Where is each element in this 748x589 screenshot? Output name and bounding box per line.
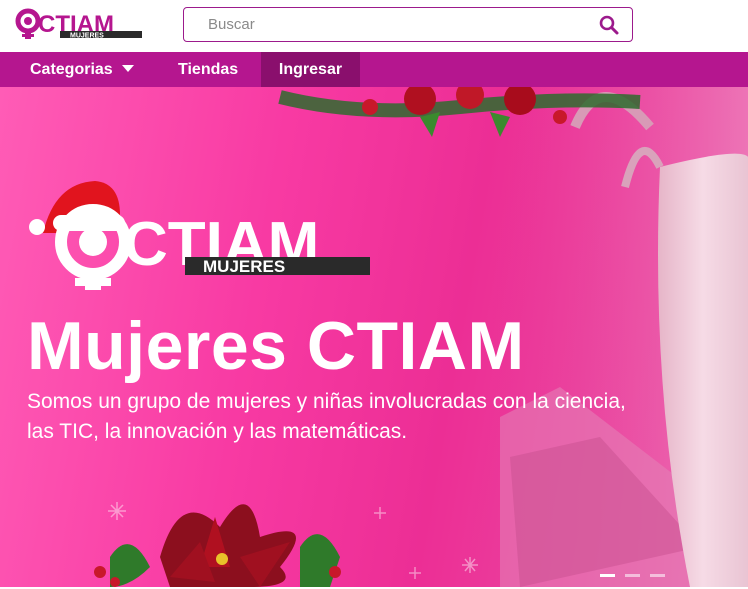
nav-item-categorias[interactable]: Categorias (30, 52, 134, 87)
chevron-down-icon (121, 65, 134, 73)
nav-item-ingresar[interactable]: Ingresar (261, 52, 360, 87)
hero-description: Somos un grupo de mujeres y niñas involu… (27, 387, 687, 447)
nav-item-label: Tiendas (178, 61, 239, 78)
poinsettia-bottom (94, 504, 341, 587)
search-box (183, 7, 633, 42)
hero-description-line: Somos un grupo de mujeres y niñas involu… (27, 390, 626, 413)
carousel-dot-3[interactable] (650, 574, 665, 577)
carousel-dot-1[interactable] (600, 574, 615, 577)
carousel-dot-2[interactable] (625, 574, 640, 577)
site-logo[interactable]: CTIAM MUJERES (14, 8, 144, 40)
nav-item-tiendas[interactable]: Tiendas (178, 52, 238, 87)
search-icon[interactable] (598, 14, 620, 36)
nav-item-label: Ingresar (278, 61, 343, 78)
hero-description-line: las TIC, la innovación y las matemáticas… (27, 420, 408, 443)
logo-sub-text: MUJERES (70, 33, 104, 40)
hero-logo-sub: MUJERES (203, 257, 285, 276)
hero-title: Mujeres CTIAM (27, 308, 525, 384)
main-nav: Categorias Tiendas Ingresar (0, 52, 748, 87)
hero-banner: CTIAM MUJERES Mujeres CTIAM Somos un gru… (0, 87, 748, 587)
nav-item-label: Categorias (30, 61, 113, 78)
site-header: CTIAM MUJERES (0, 0, 748, 52)
carousel-indicators (600, 574, 670, 580)
search-input[interactable] (196, 8, 576, 41)
